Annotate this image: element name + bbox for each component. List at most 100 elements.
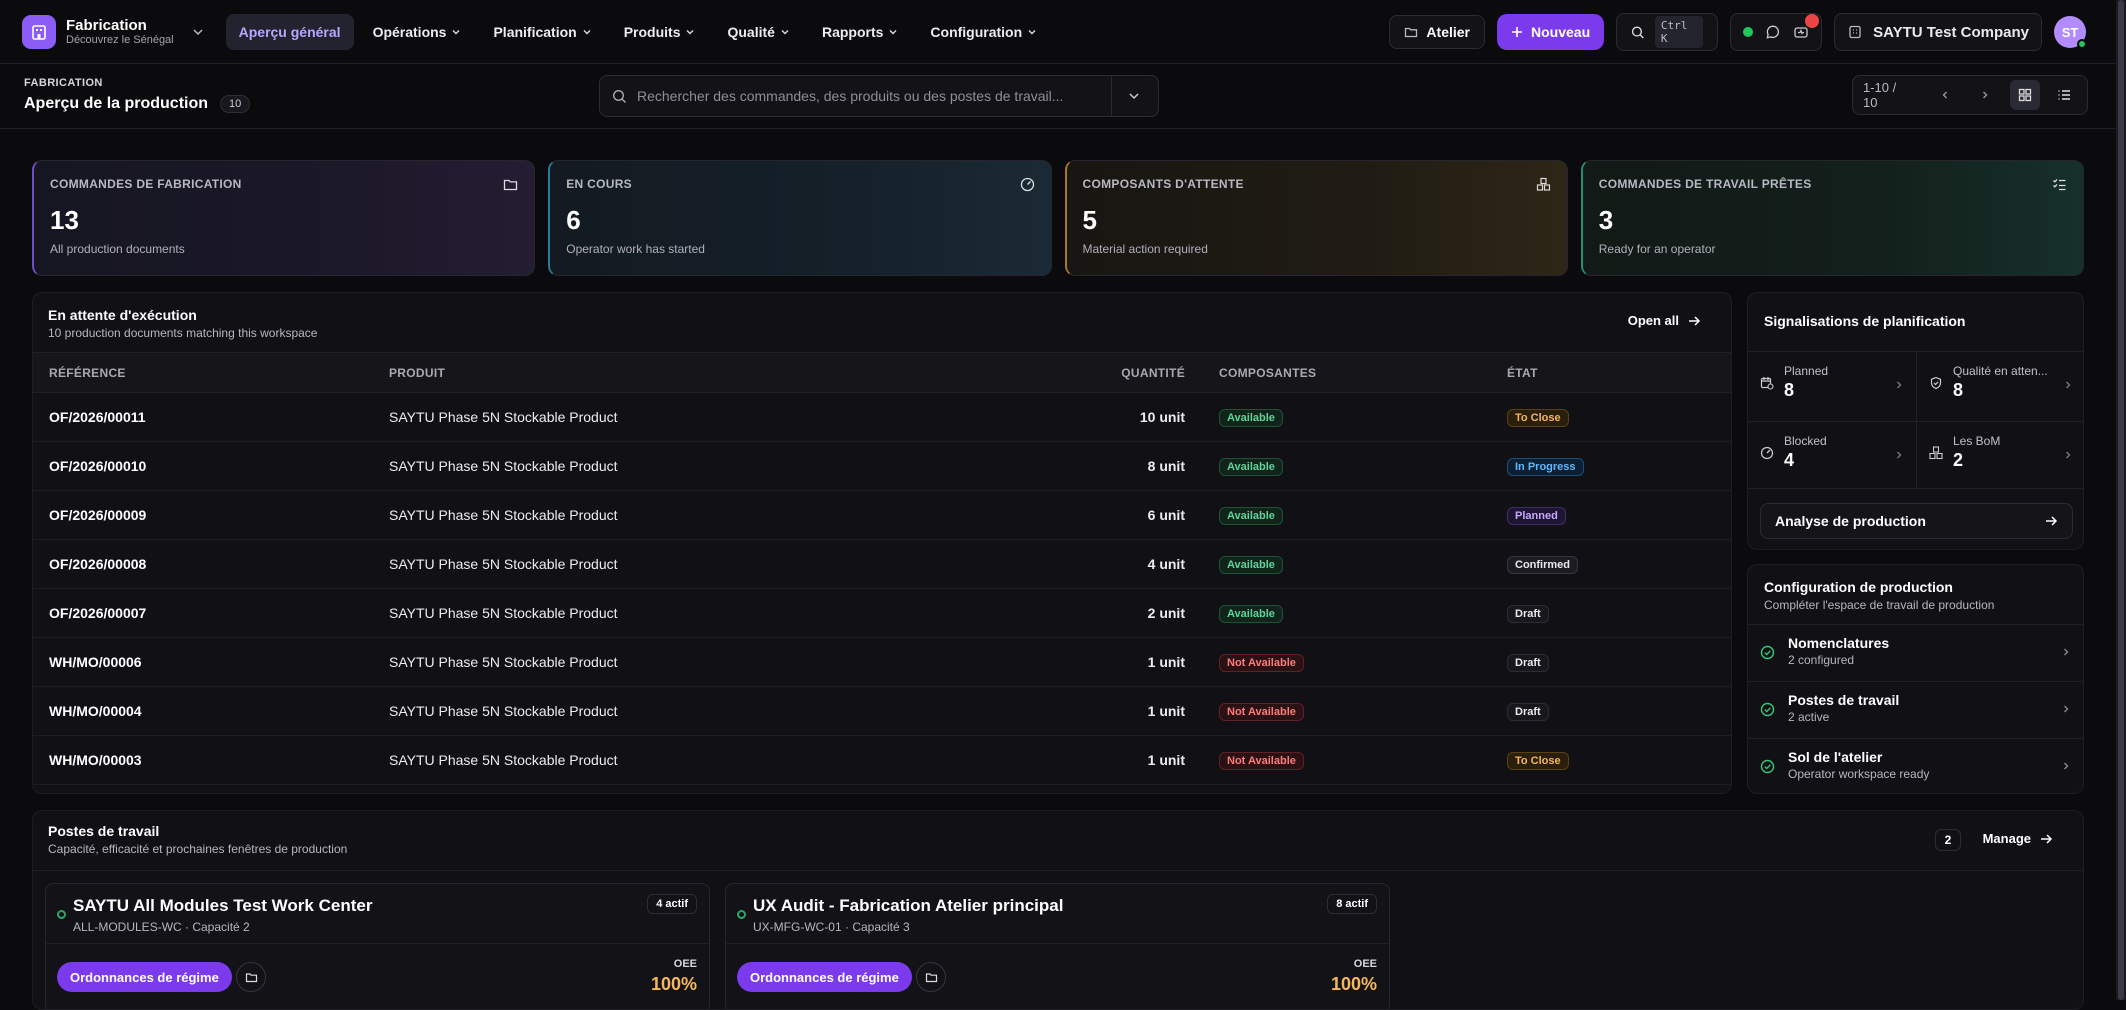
order-reference: OF/2026/00008 bbox=[33, 539, 373, 589]
chevron-right-icon bbox=[1894, 380, 1904, 390]
page-scrollbar[interactable] bbox=[2116, 0, 2126, 1000]
setup-item-shop-floor[interactable]: Sol de l'atelier Operator workspace read… bbox=[1748, 738, 2083, 793]
kpi-label: COMPOSANTS D'ATTENTE bbox=[1082, 177, 1244, 191]
work-center-card[interactable]: UX Audit - Fabrication Atelier principal… bbox=[725, 883, 1390, 1009]
chevron-right-icon[interactable] bbox=[1970, 90, 2000, 100]
company-switcher[interactable]: SAYTU Test Company bbox=[1834, 13, 2042, 51]
production-analysis-button[interactable]: Analyse de production bbox=[1760, 503, 2073, 539]
chevron-down-icon bbox=[1028, 29, 1036, 34]
table-row[interactable]: WH/MO/00003 SAYTU Phase 5N Stockable Prod… bbox=[33, 735, 1731, 785]
checklist-icon bbox=[2052, 177, 2067, 192]
table-header-row: RÉFÉRENCE PRODUIT QUANTITÉ COMPOSANTES É… bbox=[33, 352, 1731, 393]
components-cell: Available bbox=[1203, 392, 1491, 442]
table-row[interactable]: WH/MO/00004 SAYTU Phase 5N Stockable Prod… bbox=[33, 686, 1731, 736]
order-product: SAYTU Phase 5N Stockable Product bbox=[373, 490, 1053, 540]
check-circle-icon bbox=[1760, 759, 1775, 774]
nav-operations[interactable]: Opérations bbox=[360, 14, 475, 50]
nav-products[interactable]: Produits bbox=[611, 14, 709, 50]
column-header-quantity[interactable]: QUANTITÉ bbox=[1053, 352, 1203, 393]
nav-label: Aperçu général bbox=[238, 23, 341, 40]
components-cell: Not Available bbox=[1203, 735, 1491, 785]
column-header-components[interactable]: COMPOSANTES bbox=[1203, 352, 1491, 393]
column-header-product[interactable]: PRODUIT bbox=[373, 352, 1053, 393]
activity-icon[interactable] bbox=[1793, 14, 1820, 40]
status-badge: To Close bbox=[1507, 751, 1569, 770]
planning-signals-panel: Signalisations de planification Planned … bbox=[1747, 292, 2084, 550]
components-status-badge: Available bbox=[1219, 506, 1283, 525]
chevron-right-icon bbox=[2063, 380, 2073, 390]
state-cell: Draft bbox=[1491, 637, 1731, 687]
setup-item-work-centers[interactable]: Postes de travail 2 active bbox=[1748, 681, 2083, 738]
grid-view-icon[interactable] bbox=[2010, 80, 2040, 110]
signal-boms[interactable]: Les BoM 2 bbox=[1917, 422, 2083, 491]
folder-icon[interactable] bbox=[916, 962, 946, 992]
online-status-icon bbox=[1743, 27, 1754, 37]
status-badge: Confirmed bbox=[1507, 555, 1578, 574]
order-quantity: 6 unit bbox=[1053, 490, 1203, 540]
kpi-card-orders[interactable]: COMMANDES DE FABRICATION 13 All producti… bbox=[32, 160, 536, 276]
work-center-meta: ALL-MODULES-WC · Capacité 2 bbox=[73, 920, 250, 934]
nav-label: Opérations bbox=[372, 23, 447, 40]
open-all-link[interactable]: Open all bbox=[1628, 313, 1701, 328]
table-row[interactable]: OF/2026/00009 SAYTU Phase 5N Stockable Pr… bbox=[33, 490, 1731, 540]
components-status-badge: Not Available bbox=[1219, 653, 1304, 672]
signal-planned[interactable]: Planned 8 bbox=[1748, 352, 1916, 421]
order-product: SAYTU Phase 5N Stockable Product bbox=[373, 539, 1053, 589]
order-reference: OF/2026/00010 bbox=[33, 441, 373, 491]
chat-icon[interactable] bbox=[1765, 24, 1781, 40]
signal-quality-pending[interactable]: Qualité en atten... 8 bbox=[1917, 352, 2083, 421]
table-row[interactable]: OF/2026/00008 SAYTU Phase 5N Stockable Pr… bbox=[33, 539, 1731, 589]
state-cell: To Close bbox=[1491, 735, 1731, 785]
nav-quality[interactable]: Qualité bbox=[714, 14, 802, 50]
gauge-icon bbox=[1020, 177, 1035, 192]
main-nav: Aperçu général Opérations Planification … bbox=[225, 13, 1051, 50]
active-count-badge: 4 actif bbox=[647, 894, 697, 914]
chevron-right-icon bbox=[2061, 647, 2071, 657]
signal-value: 4 bbox=[1784, 450, 1795, 470]
work-orders-button[interactable]: Ordonnances de régime bbox=[737, 962, 912, 992]
work-center-card[interactable]: SAYTU All Modules Test Work Center ALL-M… bbox=[45, 883, 710, 1009]
manage-label: Manage bbox=[1982, 831, 2031, 846]
nav-overview[interactable]: Aperçu général bbox=[225, 13, 354, 50]
atelier-button[interactable]: Atelier bbox=[1389, 15, 1485, 49]
kpi-card-pending-components[interactable]: COMPOSANTS D'ATTENTE 5 Material action r… bbox=[1064, 160, 1568, 276]
components-status-badge: Available bbox=[1219, 457, 1283, 476]
list-view-icon[interactable] bbox=[2050, 80, 2079, 110]
divider bbox=[1111, 76, 1112, 116]
column-header-state[interactable]: ÉTAT bbox=[1491, 352, 1731, 393]
factory-icon bbox=[22, 14, 56, 49]
work-orders-button[interactable]: Ordonnances de régime bbox=[57, 962, 232, 992]
table-row[interactable]: OF/2026/00010 SAYTU Phase 5N Stockable Pr… bbox=[33, 441, 1731, 491]
new-button[interactable]: Nouveau bbox=[1497, 14, 1605, 50]
manage-link[interactable]: Manage bbox=[1983, 831, 2053, 846]
table-row[interactable]: OF/2026/00011 SAYTU Phase 5N Stockable Pr… bbox=[33, 392, 1731, 442]
analysis-label: Analyse de production bbox=[1775, 513, 1926, 529]
components-cell: Available bbox=[1203, 588, 1491, 638]
chevron-left-icon[interactable] bbox=[1930, 90, 1960, 100]
search-input[interactable] bbox=[637, 88, 1101, 104]
table-row[interactable]: OF/2026/00007 SAYTU Phase 5N Stockable Pr… bbox=[33, 588, 1731, 638]
nav-planning[interactable]: Planification bbox=[480, 14, 604, 50]
avatar-initials: ST bbox=[2061, 24, 2079, 40]
setup-item-boms[interactable]: Nomenclatures 2 configured bbox=[1748, 624, 2083, 681]
avatar[interactable]: ST bbox=[2054, 16, 2087, 49]
nav-configuration[interactable]: Configuration bbox=[917, 14, 1050, 50]
oee-label: OEE bbox=[673, 958, 697, 970]
column-header-reference[interactable]: RÉFÉRENCE bbox=[33, 352, 373, 393]
gauge-icon bbox=[1760, 446, 1774, 460]
chevron-down-icon[interactable] bbox=[1122, 90, 1146, 102]
signal-label: Blocked bbox=[1784, 434, 1827, 448]
kpi-card-in-progress[interactable]: EN COURS 6 Operator work has started bbox=[548, 160, 1052, 276]
signal-blocked[interactable]: Blocked 4 bbox=[1748, 422, 1916, 491]
kpi-card-ready-work-orders[interactable]: COMMANDES DE TRAVAIL PRÊTES 3 Ready for … bbox=[1580, 160, 2084, 276]
nav-reports[interactable]: Rapports bbox=[809, 14, 911, 50]
status-badge: To Close bbox=[1507, 408, 1569, 427]
chevron-right-icon bbox=[1894, 450, 1904, 460]
components-status-badge: Available bbox=[1219, 408, 1283, 427]
folder-icon[interactable] bbox=[236, 962, 266, 992]
app-switcher[interactable]: Fabrication Découvrez le Sénégal bbox=[22, 14, 204, 49]
table-row[interactable]: WH/MO/00006 SAYTU Phase 5N Stockable Prod… bbox=[33, 637, 1731, 687]
chevron-down-icon bbox=[889, 29, 897, 34]
command-search-button[interactable]: Ctrl K bbox=[1616, 13, 1719, 51]
status-group bbox=[1730, 13, 1823, 51]
